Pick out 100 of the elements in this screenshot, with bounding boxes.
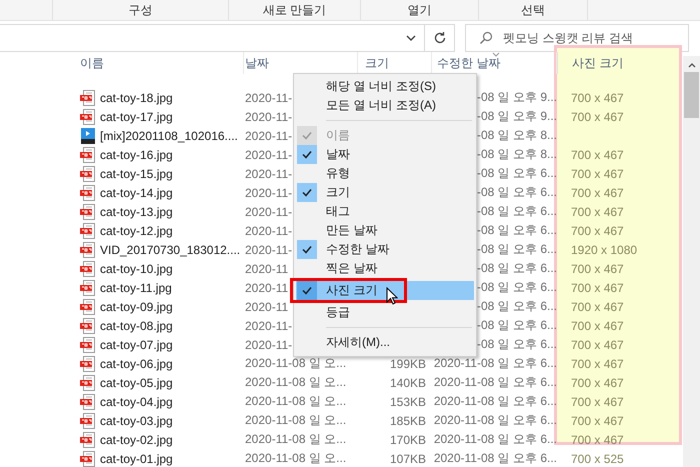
file-name[interactable]: cat-toy-16.jpg (100, 148, 173, 162)
modified-date: -08 일 오후 6... (476, 184, 557, 201)
photo-dimensions: 700 x 467 (571, 280, 624, 294)
menu-item[interactable]: 자세히(M)... (296, 333, 474, 352)
file-size: 107KB (390, 452, 426, 466)
modified-date: -08 일 오후 6... (476, 203, 557, 220)
file-size: 140KB (390, 376, 426, 390)
cursor-icon (386, 287, 398, 305)
file-name[interactable]: [mix]20201108_102016.... (100, 128, 238, 142)
search-icon (479, 31, 493, 45)
menu-item[interactable]: 해당 열 너비 조정(S) (296, 77, 474, 96)
modified-date: -08 일 오후 6... (476, 317, 557, 334)
modified-date: -08 일 오후 9... (476, 89, 557, 106)
file-date: 2020-11- (245, 128, 292, 142)
file-name[interactable]: cat-toy-11.jpg (100, 280, 172, 294)
address-field[interactable] (0, 24, 455, 52)
menu-item[interactable]: 날짜 (296, 145, 474, 164)
image-file-icon (80, 204, 96, 220)
file-name[interactable]: cat-toy-08.jpg (100, 318, 173, 332)
file-date: 2020-11-08 일 오... (245, 393, 346, 410)
modified-date: -08 일 오후 6... (476, 165, 557, 182)
photo-dimensions: 700 x 525 (571, 452, 624, 466)
file-name[interactable]: cat-toy-02.jpg (100, 432, 173, 446)
file-name[interactable]: cat-toy-03.jpg (100, 414, 173, 428)
file-name[interactable]: cat-toy-13.jpg (100, 204, 173, 218)
photo-dimensions: 700 x 467 (571, 356, 624, 370)
file-name[interactable]: cat-toy-14.jpg (100, 186, 173, 200)
modified-date: -08 일 오후 6... (476, 222, 557, 239)
file-size: 153KB (390, 394, 426, 408)
column-header[interactable]: 이름 (78, 52, 244, 74)
file-date: 2020-11-08 일 오... (245, 431, 346, 448)
menu-item[interactable]: 사진 크기 (296, 281, 474, 300)
image-file-icon (80, 336, 96, 352)
image-file-icon (80, 260, 96, 276)
menu-item[interactable]: 찍은 날짜 (296, 259, 474, 278)
image-file-icon (80, 222, 96, 238)
file-date: 2020-11- (245, 186, 292, 200)
scroll-thumb[interactable] (684, 72, 699, 118)
file-date: 2020-11- (245, 110, 292, 124)
modified-date: -08 일 오후 9... (476, 108, 557, 125)
image-file-icon (80, 90, 96, 106)
menu-item[interactable]: 모든 열 너비 조정(A) (296, 96, 474, 115)
file-date: 2020-11-08 일 오... (245, 412, 346, 429)
file-name[interactable]: cat-toy-07.jpg (100, 338, 173, 352)
file-name[interactable]: cat-toy-18.jpg (100, 90, 173, 104)
image-file-icon (80, 298, 96, 314)
caret-icon[interactable] (406, 35, 416, 41)
modified-date: -08 일 오후 6... (476, 241, 557, 258)
image-file-icon (80, 166, 96, 182)
menu-item[interactable]: 등급 (296, 303, 474, 322)
video-file-icon (80, 128, 96, 144)
image-file-icon (80, 432, 96, 448)
photo-dimensions: 700 x 467 (571, 224, 624, 238)
scrollbar[interactable] (683, 56, 700, 467)
file-name[interactable]: cat-toy-04.jpg (100, 394, 173, 408)
image-file-icon (80, 184, 96, 200)
photo-dimensions: 700 x 467 (571, 110, 624, 124)
photo-dimensions: 700 x 467 (571, 166, 624, 180)
file-name[interactable]: VID_20170730_183012.... (100, 242, 240, 256)
image-file-icon (80, 394, 96, 410)
file-name[interactable]: cat-toy-06.jpg (100, 356, 173, 370)
file-name[interactable]: cat-toy-05.jpg (100, 376, 173, 390)
menu-item[interactable]: 유형 (296, 164, 474, 183)
modified-date: -08 일 오후 8... (476, 127, 557, 144)
image-file-icon (80, 108, 96, 124)
file-date: 2020-11- (245, 148, 292, 162)
file-date: 2020-11- (245, 166, 292, 180)
modified-date: 2020-11-08 일 오후 6... (434, 374, 557, 391)
file-date: 2020-11- (245, 224, 292, 238)
scroll-up-icon[interactable] (688, 63, 696, 68)
photo-dimensions: 700 x 467 (571, 204, 624, 218)
modified-date: -08 일 오후 6... (476, 260, 557, 277)
photo-dimensions: 700 x 467 (571, 148, 624, 162)
column-header[interactable]: 사진 크기 (557, 52, 680, 74)
photo-dimensions: 700 x 467 (571, 394, 624, 408)
image-file-icon (80, 280, 96, 296)
image-file-icon (80, 412, 96, 428)
menu-item[interactable]: 크기 (296, 183, 474, 202)
image-file-icon (80, 318, 96, 334)
photo-dimensions: 700 x 467 (571, 300, 624, 314)
photo-dimensions: 700 x 467 (571, 432, 624, 446)
file-name[interactable]: cat-toy-01.jpg (100, 452, 173, 466)
photo-dimensions: 700 x 467 (571, 262, 624, 276)
file-date: 2020-11- (245, 318, 292, 332)
file-date: 2020-11 (245, 300, 288, 314)
refresh-icon[interactable] (433, 31, 447, 45)
menu-item[interactable]: 수정한 날짜 (296, 240, 474, 259)
image-file-icon (80, 242, 96, 258)
file-name[interactable]: cat-toy-15.jpg (100, 166, 173, 180)
menu-item[interactable]: 태그 (296, 202, 474, 221)
toolbar-button[interactable]: 선택 (478, 0, 588, 20)
file-name[interactable]: cat-toy-17.jpg (100, 110, 173, 124)
image-file-icon (80, 356, 96, 372)
modified-date: -08 일 오후 6... (476, 298, 557, 315)
menu-item[interactable]: 만든 날짜 (296, 221, 474, 240)
file-name[interactable]: cat-toy-12.jpg (100, 224, 173, 238)
file-name[interactable]: cat-toy-10.jpg (100, 262, 173, 276)
image-file-icon (80, 374, 96, 390)
modified-date: 2020-11-08 일 오후 6... (434, 412, 557, 429)
file-name[interactable]: cat-toy-09.jpg (100, 300, 173, 314)
